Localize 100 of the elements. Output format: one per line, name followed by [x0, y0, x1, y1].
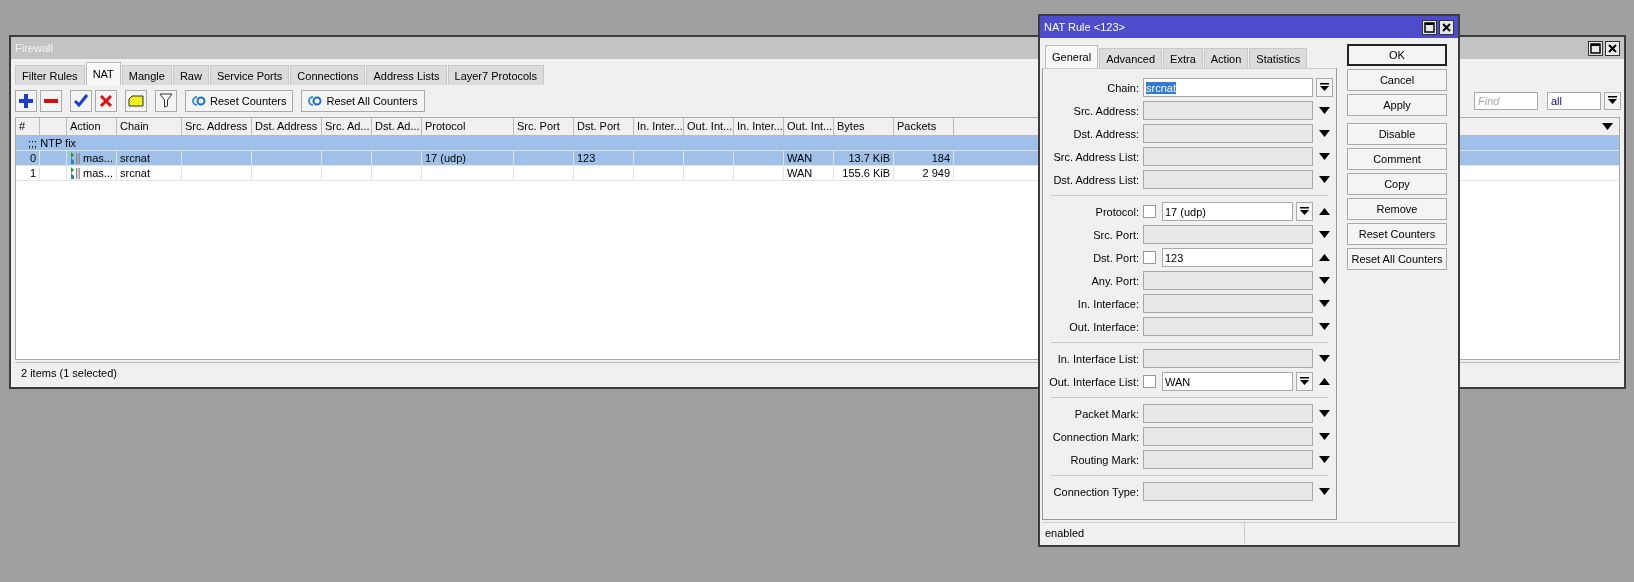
tab[interactable]: Extra [1163, 48, 1203, 68]
collapse-arrow-icon[interactable] [1318, 378, 1330, 385]
comment-button[interactable] [125, 89, 147, 112]
tab[interactable]: Mangle [121, 65, 172, 85]
tab[interactable]: Layer7 Protocols [447, 65, 545, 85]
dropdown-button[interactable] [1296, 372, 1313, 391]
close-button[interactable] [1439, 19, 1454, 35]
filter-dropdown[interactable]: all [1547, 91, 1601, 110]
tab[interactable]: Service Ports [209, 65, 290, 85]
column-header[interactable]: Packets [894, 118, 954, 135]
tab[interactable]: Advanced [1099, 48, 1163, 68]
maximize-button[interactable] [1422, 19, 1437, 35]
dropdown-button[interactable] [1315, 78, 1333, 97]
filter-button[interactable] [155, 89, 177, 112]
remove-button[interactable] [40, 89, 62, 112]
column-header[interactable]: # [16, 118, 40, 135]
input-field[interactable] [1143, 450, 1313, 469]
expand-arrow-icon[interactable] [1318, 176, 1330, 183]
dialog-button[interactable]: Reset All Counters [1347, 248, 1447, 270]
negate-checkbox[interactable] [1143, 375, 1156, 388]
dropdown-button[interactable] [1296, 202, 1313, 221]
column-header[interactable]: Out. Int... [784, 118, 834, 135]
column-header[interactable]: Src. Ad... [322, 118, 372, 135]
expand-arrow-icon[interactable] [1318, 433, 1330, 440]
expand-arrow-icon[interactable] [1318, 231, 1330, 238]
dialog-button[interactable]: Remove [1347, 198, 1447, 220]
dropdown-button[interactable] [1604, 91, 1621, 110]
input-field[interactable] [1143, 101, 1313, 120]
filter-icon [159, 93, 173, 108]
input-field[interactable] [1143, 349, 1313, 368]
dialog-button[interactable]: Disable [1347, 123, 1447, 145]
input-field[interactable]: srcnat [1143, 78, 1313, 97]
tab[interactable]: Connections [290, 65, 366, 85]
input-field[interactable] [1143, 225, 1313, 244]
input-field[interactable] [1143, 271, 1313, 290]
table-cell: WAN [784, 166, 834, 180]
collapse-arrow-icon[interactable] [1318, 208, 1330, 215]
input-field[interactable] [1143, 170, 1313, 189]
input-field[interactable]: 17 (udp) [1162, 202, 1293, 221]
column-menu-icon[interactable] [1602, 123, 1613, 130]
tab[interactable]: Statistics [1249, 48, 1308, 68]
dialog-button[interactable]: Apply [1347, 94, 1447, 116]
column-header[interactable]: Chain [117, 118, 182, 135]
field-label: Dst. Port: [1092, 251, 1140, 264]
column-header[interactable]: Src. Address [182, 118, 252, 135]
expand-arrow-icon[interactable] [1318, 300, 1330, 307]
add-button[interactable] [15, 89, 37, 112]
expand-arrow-icon[interactable] [1318, 323, 1330, 330]
enable-button[interactable] [70, 89, 92, 112]
dropdown-arrow-icon [1300, 207, 1309, 216]
reset-counters-button[interactable]: Reset All Counters [301, 89, 425, 112]
collapse-arrow-icon[interactable] [1318, 254, 1330, 261]
maximize-button[interactable] [1588, 40, 1603, 56]
reset-counters-button[interactable]: Reset Counters [185, 89, 294, 112]
find-field[interactable]: Find [1474, 91, 1538, 110]
status-text: enabled [1042, 523, 1245, 543]
tab[interactable]: Filter Rules [15, 65, 85, 85]
tab[interactable]: General [1045, 45, 1099, 68]
column-header[interactable]: Dst. Port [574, 118, 634, 135]
dialog-button[interactable]: Cancel [1347, 69, 1447, 91]
column-header[interactable]: Bytes [834, 118, 894, 135]
input-field[interactable] [1143, 147, 1313, 166]
input-field[interactable] [1143, 482, 1313, 501]
disable-button[interactable] [95, 89, 117, 112]
expand-arrow-icon[interactable] [1318, 488, 1330, 495]
tab[interactable]: Address Lists [366, 65, 447, 85]
tab[interactable]: Action [1203, 48, 1249, 68]
tab[interactable]: NAT [85, 62, 121, 85]
negate-checkbox[interactable] [1143, 251, 1156, 264]
column-header[interactable]: In. Inter... [734, 118, 784, 135]
input-field[interactable] [1143, 317, 1313, 336]
table-cell: 123 [574, 151, 634, 165]
expand-arrow-icon[interactable] [1318, 456, 1330, 463]
input-field[interactable] [1143, 427, 1313, 446]
column-header[interactable]: Src. Port [514, 118, 574, 135]
column-header[interactable]: Protocol [422, 118, 514, 135]
close-button[interactable] [1605, 40, 1620, 56]
negate-checkbox[interactable] [1143, 205, 1156, 218]
expand-arrow-icon[interactable] [1318, 130, 1330, 137]
expand-arrow-icon[interactable] [1318, 153, 1330, 160]
expand-arrow-icon[interactable] [1318, 410, 1330, 417]
column-header[interactable]: Dst. Address [252, 118, 322, 135]
column-header[interactable]: Action [67, 118, 117, 135]
expand-arrow-icon[interactable] [1318, 355, 1330, 362]
column-header[interactable]: In. Inter... [634, 118, 684, 135]
dialog-button[interactable]: Reset Counters [1347, 223, 1447, 245]
dialog-button[interactable]: OK [1347, 44, 1447, 66]
column-header[interactable]: Dst. Ad... [372, 118, 422, 135]
column-header[interactable]: Out. Int... [684, 118, 734, 135]
input-field[interactable] [1143, 124, 1313, 143]
dialog-button[interactable]: Copy [1347, 173, 1447, 195]
expand-arrow-icon[interactable] [1318, 277, 1330, 284]
input-field[interactable] [1143, 294, 1313, 313]
dialog-button[interactable]: Comment [1347, 148, 1447, 170]
input-field[interactable]: 123 [1162, 248, 1313, 267]
tab[interactable]: Raw [172, 65, 209, 85]
input-field[interactable] [1143, 404, 1313, 423]
field-label: Chain: [1106, 81, 1140, 94]
expand-arrow-icon[interactable] [1318, 107, 1330, 114]
input-field[interactable]: WAN [1162, 372, 1293, 391]
